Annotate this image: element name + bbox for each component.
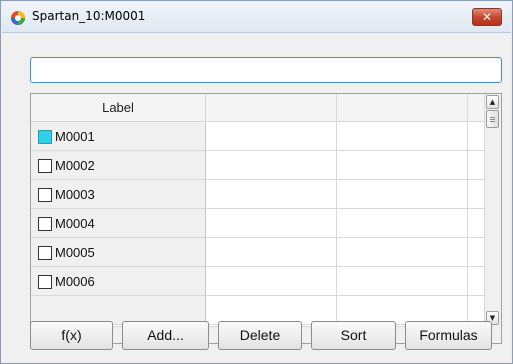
row-label: M0003 bbox=[55, 187, 95, 202]
table-row: M0005 bbox=[31, 238, 486, 267]
grid-header-row: Label bbox=[31, 94, 486, 122]
table-cell[interactable] bbox=[337, 238, 468, 267]
add-button[interactable]: Add... bbox=[122, 321, 209, 350]
table-cell[interactable] bbox=[337, 122, 468, 151]
grip-line bbox=[490, 121, 495, 122]
row-label-cell[interactable]: M0002 bbox=[31, 151, 206, 180]
row-checkbox[interactable] bbox=[38, 246, 52, 260]
sort-button[interactable]: Sort bbox=[311, 321, 396, 350]
vertical-scrollbar[interactable]: ▲ ▼ bbox=[484, 94, 501, 326]
table-row: M0004 bbox=[31, 209, 486, 238]
row-checkbox[interactable] bbox=[38, 275, 52, 289]
row-label-cell[interactable]: M0001 bbox=[31, 122, 206, 151]
table-cell[interactable] bbox=[337, 209, 468, 238]
row-label-cell[interactable]: M0004 bbox=[31, 209, 206, 238]
row-label: M0005 bbox=[55, 245, 95, 260]
table-cell[interactable] bbox=[206, 267, 337, 296]
column-header-label[interactable]: Label bbox=[31, 94, 206, 122]
row-label: M0006 bbox=[55, 274, 95, 289]
vertical-scroll-thumb[interactable] bbox=[486, 110, 499, 128]
grip-line bbox=[490, 117, 495, 118]
row-label: M0001 bbox=[55, 129, 95, 144]
row-checkbox-selected[interactable] bbox=[38, 130, 52, 144]
row-checkbox[interactable] bbox=[38, 188, 52, 202]
formulas-button[interactable]: Formulas bbox=[405, 321, 492, 350]
table-row: M0006 bbox=[31, 267, 486, 296]
table-cell[interactable] bbox=[206, 209, 337, 238]
title-bar[interactable]: Spartan_10:M0001 ✕ bbox=[2, 2, 511, 33]
arrow-up-icon[interactable]: ▲ bbox=[486, 95, 499, 109]
fx-button[interactable]: f(x) bbox=[30, 321, 113, 350]
table-cell[interactable] bbox=[337, 151, 468, 180]
table-cell[interactable] bbox=[206, 180, 337, 209]
table-row: M0003 bbox=[31, 180, 486, 209]
close-button[interactable]: ✕ bbox=[472, 8, 502, 26]
table-cell[interactable] bbox=[337, 180, 468, 209]
row-label: M0002 bbox=[55, 158, 95, 173]
data-grid: Label M0001 M0002 M0003 M0004 M0005 M000… bbox=[30, 93, 502, 344]
table-row: M0002 bbox=[31, 151, 486, 180]
dialog-content: Label M0001 M0002 M0003 M0004 M0005 M000… bbox=[2, 33, 511, 362]
column-header[interactable] bbox=[337, 94, 468, 122]
table-cell[interactable] bbox=[337, 267, 468, 296]
search-input[interactable] bbox=[30, 57, 502, 83]
row-label-cell[interactable]: M0006 bbox=[31, 267, 206, 296]
row-label-cell[interactable]: M0003 bbox=[31, 180, 206, 209]
grip-line bbox=[490, 119, 495, 120]
table-row: M0001 bbox=[31, 122, 486, 151]
column-header[interactable] bbox=[206, 94, 337, 122]
row-label: M0004 bbox=[55, 216, 95, 231]
spartan-app-icon bbox=[11, 11, 25, 25]
window-title: Spartan_10:M0001 bbox=[32, 9, 146, 23]
delete-button[interactable]: Delete bbox=[218, 321, 302, 350]
table-cell[interactable] bbox=[206, 151, 337, 180]
close-icon: ✕ bbox=[481, 10, 493, 24]
table-cell[interactable] bbox=[206, 238, 337, 267]
table-cell[interactable] bbox=[206, 122, 337, 151]
spreadsheet-dialog-window: Spartan_10:M0001 ✕ Label M0001 M0002 M00… bbox=[0, 0, 513, 364]
row-label-cell[interactable]: M0005 bbox=[31, 238, 206, 267]
row-checkbox[interactable] bbox=[38, 217, 52, 231]
grid-viewport: Label M0001 M0002 M0003 M0004 M0005 M000… bbox=[31, 94, 486, 326]
row-checkbox[interactable] bbox=[38, 159, 52, 173]
